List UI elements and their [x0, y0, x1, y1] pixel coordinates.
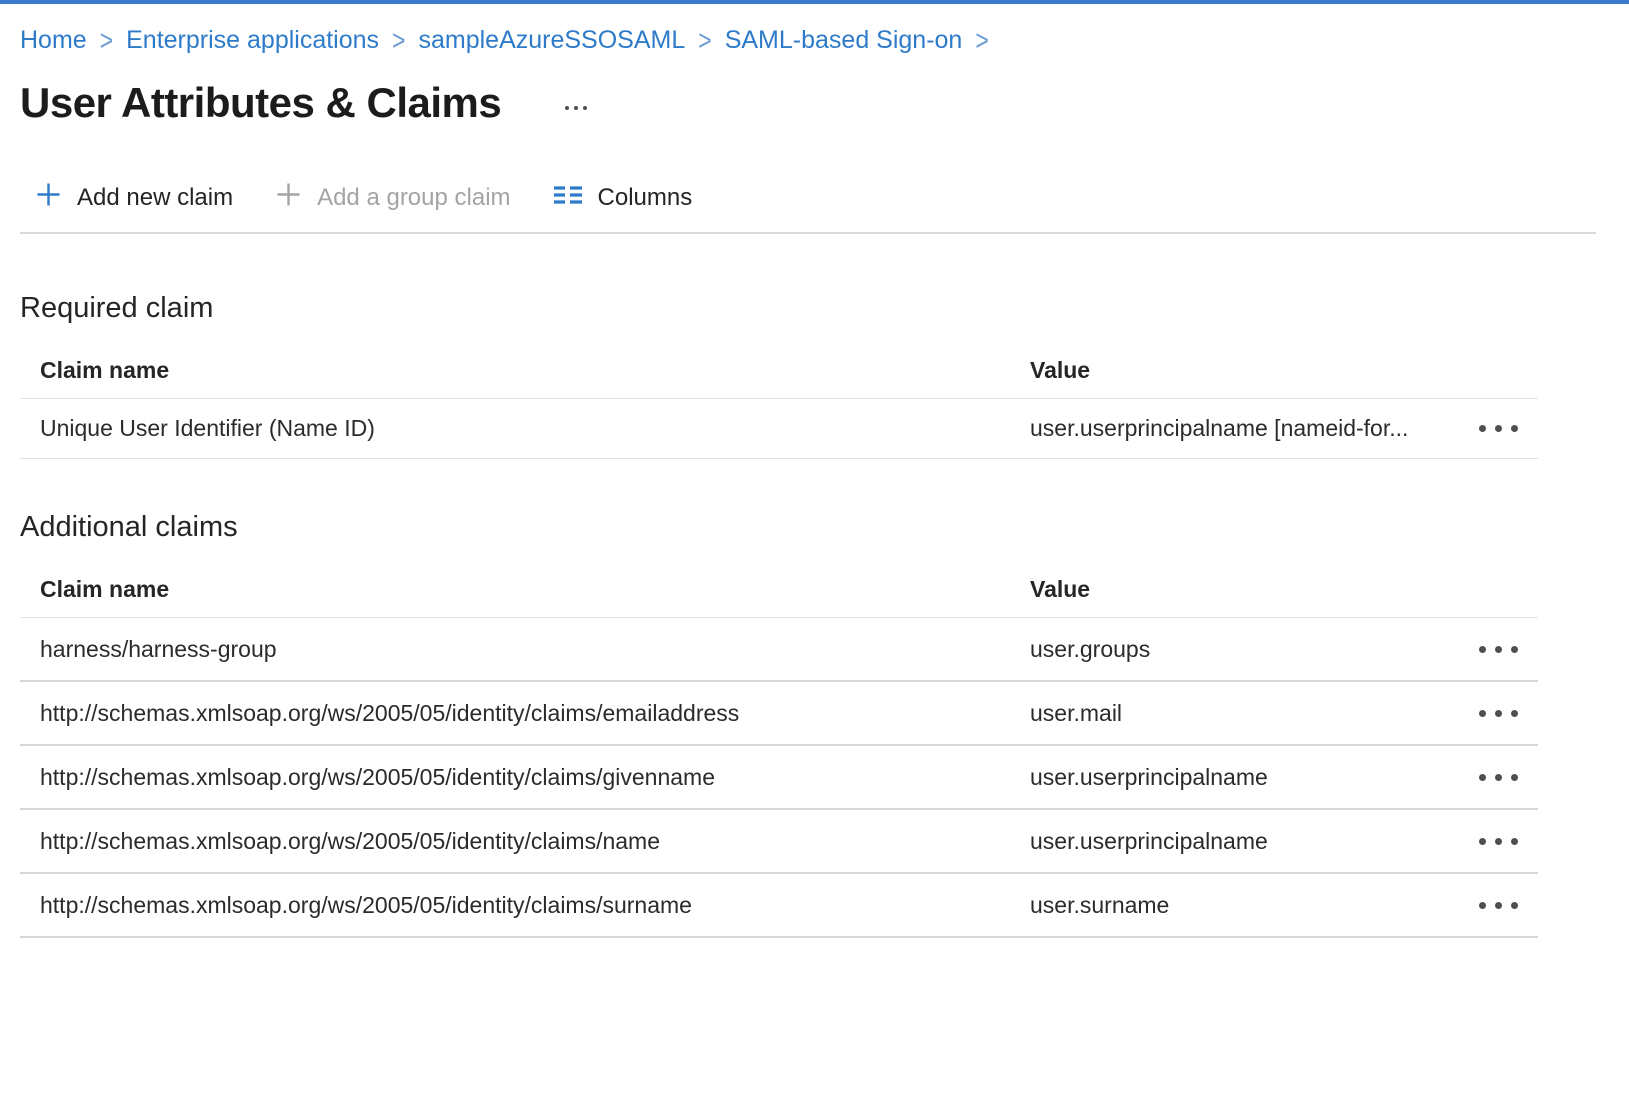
ellipsis-dot	[1479, 902, 1486, 909]
table-header-row: Claim name Value	[20, 341, 1538, 399]
claim-name-cell: http://schemas.xmlsoap.org/ws/2005/05/id…	[20, 828, 1030, 855]
page-title: User Attributes & Claims	[20, 77, 501, 129]
ellipsis-dot	[1479, 838, 1486, 845]
ellipsis-dot	[1479, 646, 1486, 653]
claim-name-cell: http://schemas.xmlsoap.org/ws/2005/05/id…	[20, 892, 1030, 919]
row-context-menu-button[interactable]	[1477, 894, 1520, 917]
claim-value-cell: user.mail	[1030, 700, 1460, 727]
page-more-menu-button[interactable]	[559, 100, 593, 116]
ellipsis-dot	[1511, 902, 1518, 909]
columns-label: Columns	[598, 184, 693, 212]
command-bar: Add new claim Add a group claim Columns	[20, 181, 1629, 215]
ellipsis-dot	[1495, 646, 1502, 653]
table-row-givenname[interactable]: http://schemas.xmlsoap.org/ws/2005/05/id…	[20, 746, 1538, 810]
ellipsis-dot	[1511, 710, 1518, 717]
add-new-claim-label: Add new claim	[77, 184, 233, 212]
columns-icon	[553, 182, 583, 215]
claim-value-cell: user.groups	[1030, 636, 1460, 663]
breadcrumb-separator-icon: >	[698, 21, 711, 59]
table-header-row: Claim name Value	[20, 560, 1538, 618]
table-row-name-id[interactable]: Unique User Identifier (Name ID) user.us…	[20, 399, 1538, 459]
row-context-menu-button[interactable]	[1477, 417, 1520, 440]
ellipsis-dot	[1479, 710, 1486, 717]
table-row-surname[interactable]: http://schemas.xmlsoap.org/ws/2005/05/id…	[20, 874, 1538, 938]
add-group-claim-button[interactable]: Add a group claim	[275, 181, 510, 215]
claim-name-cell: http://schemas.xmlsoap.org/ws/2005/05/id…	[20, 764, 1030, 791]
row-context-menu-button[interactable]	[1477, 766, 1520, 789]
claim-name-cell: Unique User Identifier (Name ID)	[20, 415, 1030, 442]
ellipsis-dot	[1511, 838, 1518, 845]
row-context-menu-button[interactable]	[1477, 702, 1520, 725]
row-context-menu-button[interactable]	[1477, 830, 1520, 853]
column-header-claim-name: Claim name	[20, 576, 1030, 603]
required-claim-table: Claim name Value Unique User Identifier …	[20, 341, 1538, 459]
additional-claims-table: Claim name Value harness/harness-group u…	[20, 560, 1538, 938]
ellipsis-dot	[1495, 425, 1502, 432]
ellipsis-dot	[574, 106, 578, 110]
ellipsis-dot	[1511, 774, 1518, 781]
ellipsis-dot	[1511, 425, 1518, 432]
toolbar-divider	[20, 232, 1596, 234]
row-context-menu-button[interactable]	[1477, 638, 1520, 661]
claim-value-cell: user.userprincipalname [nameid-for...	[1030, 415, 1460, 442]
claim-value-cell: user.surname	[1030, 892, 1460, 919]
breadcrumb-item-saml-sign-on[interactable]: SAML-based Sign-on	[725, 25, 963, 55]
claim-value-cell: user.userprincipalname	[1030, 828, 1460, 855]
columns-button[interactable]: Columns	[553, 182, 693, 215]
required-claim-section: Required claim Claim name Value Unique U…	[20, 292, 1629, 459]
breadcrumb-item-app[interactable]: sampleAzureSSOSAML	[418, 25, 685, 55]
ellipsis-dot	[565, 106, 569, 110]
breadcrumb-separator-icon: >	[975, 21, 988, 59]
portal-top-accent-bar	[0, 0, 1629, 4]
ellipsis-dot	[1495, 774, 1502, 781]
page-header: User Attributes & Claims	[20, 77, 1629, 129]
ellipsis-dot	[583, 106, 587, 110]
claim-name-cell: http://schemas.xmlsoap.org/ws/2005/05/id…	[20, 700, 1030, 727]
column-header-value: Value	[1030, 576, 1460, 603]
required-claim-heading: Required claim	[20, 292, 1629, 325]
add-group-claim-label: Add a group claim	[317, 184, 510, 212]
ellipsis-dot	[1479, 425, 1486, 432]
plus-icon	[275, 181, 302, 215]
table-row-name[interactable]: http://schemas.xmlsoap.org/ws/2005/05/id…	[20, 810, 1538, 874]
breadcrumb-separator-icon: >	[100, 21, 113, 59]
ellipsis-dot	[1495, 710, 1502, 717]
ellipsis-dot	[1511, 646, 1518, 653]
table-row-emailaddress[interactable]: http://schemas.xmlsoap.org/ws/2005/05/id…	[20, 682, 1538, 746]
additional-claims-section: Additional claims Claim name Value harne…	[20, 511, 1629, 938]
breadcrumb: Home > Enterprise applications > sampleA…	[20, 25, 1629, 55]
breadcrumb-item-home[interactable]: Home	[20, 25, 87, 55]
plus-icon	[35, 181, 62, 215]
column-header-claim-name: Claim name	[20, 357, 1030, 384]
additional-claims-heading: Additional claims	[20, 511, 1629, 544]
page-content: Home > Enterprise applications > sampleA…	[0, 25, 1629, 938]
ellipsis-dot	[1495, 838, 1502, 845]
claim-name-cell: harness/harness-group	[20, 636, 1030, 663]
table-row-harness-group[interactable]: harness/harness-group user.groups	[20, 618, 1538, 682]
column-header-value: Value	[1030, 357, 1460, 384]
add-new-claim-button[interactable]: Add new claim	[35, 181, 233, 215]
ellipsis-dot	[1479, 774, 1486, 781]
breadcrumb-item-enterprise-applications[interactable]: Enterprise applications	[126, 25, 379, 55]
breadcrumb-separator-icon: >	[392, 21, 405, 59]
ellipsis-dot	[1495, 902, 1502, 909]
claim-value-cell: user.userprincipalname	[1030, 764, 1460, 791]
